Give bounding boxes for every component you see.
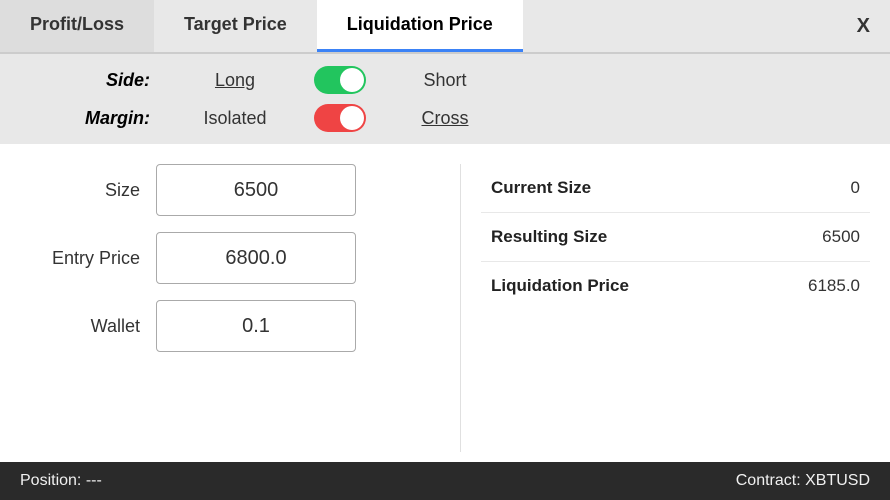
size-input[interactable] — [156, 164, 356, 216]
resulting-size-row: Resulting Size 6500 — [481, 213, 870, 262]
margin-label: Margin: — [40, 108, 170, 129]
main-content: Side: Long Short Margin: Isolated Cross — [0, 54, 890, 462]
tab-liquidation-price[interactable]: Liquidation Price — [317, 0, 523, 52]
side-short[interactable]: Short — [380, 70, 510, 91]
current-size-value: 0 — [851, 178, 860, 198]
wallet-input[interactable] — [156, 300, 356, 352]
side-toggle-knob — [340, 68, 364, 92]
liquidation-price-value: 6185.0 — [808, 276, 860, 296]
margin-toggle-knob — [340, 106, 364, 130]
current-size-key: Current Size — [491, 178, 591, 198]
side-row: Side: Long Short — [40, 66, 850, 94]
resulting-size-value: 6500 — [822, 227, 860, 247]
tab-profit-loss[interactable]: Profit/Loss — [0, 0, 154, 52]
options-section: Side: Long Short Margin: Isolated Cross — [0, 54, 890, 144]
side-toggle-container — [300, 66, 380, 94]
wallet-label: Wallet — [20, 316, 140, 337]
size-label: Size — [20, 180, 140, 201]
liquidation-price-key: Liquidation Price — [491, 276, 629, 296]
liquidation-price-row: Liquidation Price 6185.0 — [481, 262, 870, 310]
entry-price-label: Entry Price — [20, 248, 140, 269]
margin-isolated[interactable]: Isolated — [170, 108, 300, 129]
inputs-column: Size Entry Price Wallet — [20, 164, 440, 452]
entry-price-input[interactable] — [156, 232, 356, 284]
size-row: Size — [20, 164, 440, 216]
margin-toggle[interactable] — [314, 104, 366, 132]
info-panel: Current Size 0 Resulting Size 6500 Liqui… — [460, 164, 870, 452]
tab-bar: Profit/Loss Target Price Liquidation Pri… — [0, 0, 890, 54]
side-long[interactable]: Long — [170, 70, 300, 91]
margin-row: Margin: Isolated Cross — [40, 104, 850, 132]
close-button[interactable]: X — [837, 0, 890, 52]
entry-price-row: Entry Price — [20, 232, 440, 284]
side-toggle[interactable] — [314, 66, 366, 94]
fields-section: Size Entry Price Wallet Current Size 0 R… — [0, 144, 890, 462]
resulting-size-key: Resulting Size — [491, 227, 607, 247]
tab-target-price[interactable]: Target Price — [154, 0, 317, 52]
margin-cross[interactable]: Cross — [380, 108, 510, 129]
side-label: Side: — [40, 70, 170, 91]
status-bar: Position: --- Contract: XBTUSD — [0, 462, 890, 500]
position-status: Position: --- — [20, 472, 102, 490]
margin-toggle-container — [300, 104, 380, 132]
contract-status: Contract: XBTUSD — [736, 472, 870, 490]
wallet-row: Wallet — [20, 300, 440, 352]
current-size-row: Current Size 0 — [481, 164, 870, 213]
